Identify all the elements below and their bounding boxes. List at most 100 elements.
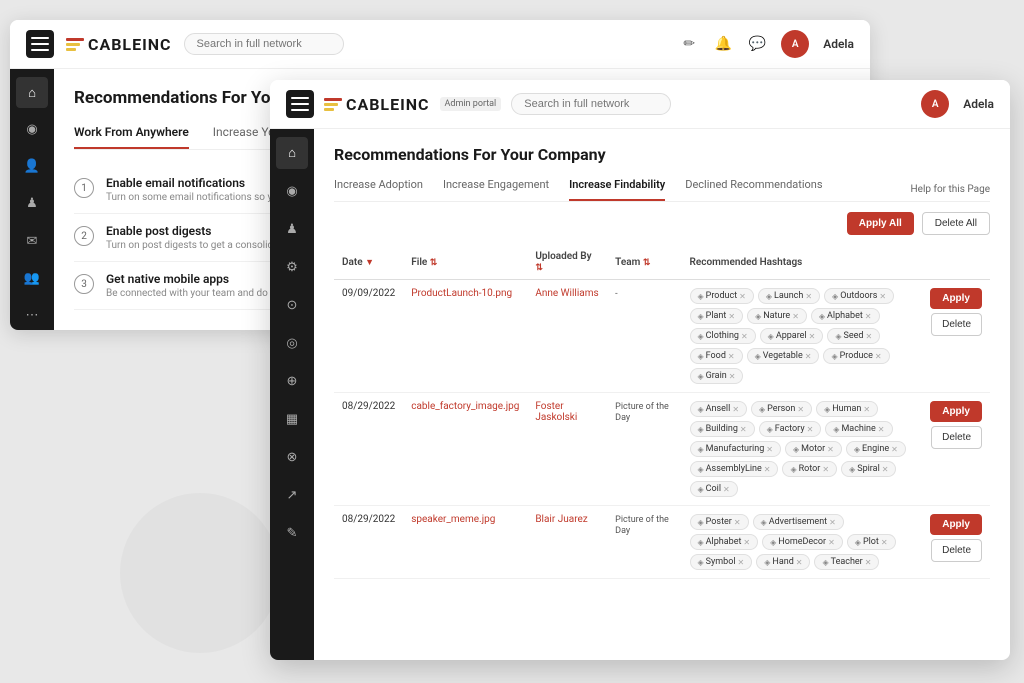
front-sidebar-shield[interactable]: ⊕ <box>276 365 308 397</box>
rec-num-2: 2 <box>74 226 94 246</box>
back-search-input[interactable] <box>184 33 344 55</box>
hashtag-close[interactable]: ✕ <box>741 332 748 341</box>
hashtag-close[interactable]: ✕ <box>878 425 885 434</box>
edit-icon[interactable]: ✏ <box>679 34 699 54</box>
hashtag-close[interactable]: ✕ <box>827 445 834 454</box>
hashtag-close[interactable]: ✕ <box>828 538 835 547</box>
file-link[interactable]: ProductLaunch-10.png <box>411 288 512 299</box>
front-sidebar-eye[interactable]: ◎ <box>276 327 308 359</box>
hashtag-icon: ◈ <box>768 332 774 341</box>
col-date[interactable]: Date ▼ <box>334 245 403 280</box>
avatar[interactable]: A <box>781 30 809 58</box>
hashtag-close[interactable]: ✕ <box>732 405 739 414</box>
front-tab-increase-engagement[interactable]: Increase Engagement <box>443 178 549 201</box>
row-actions: Apply Delete <box>930 514 982 562</box>
sidebar-more[interactable]: ⋯ <box>16 300 48 330</box>
front-sidebar-network[interactable]: ⊗ <box>276 441 308 473</box>
apply-row-button[interactable]: Apply <box>930 288 982 309</box>
hashtag-close[interactable]: ✕ <box>796 558 803 567</box>
apply-row-button[interactable]: Apply <box>930 514 982 535</box>
cell-team: Picture of the Day <box>607 506 681 579</box>
hashtag-close[interactable]: ✕ <box>822 465 829 474</box>
col-team[interactable]: Team ⇅ <box>607 245 681 280</box>
hashtag-close[interactable]: ✕ <box>879 292 886 301</box>
table-row: 08/29/2022 speaker_meme.jpg Blair Juarez… <box>334 506 990 579</box>
front-sidebar-pen[interactable]: ✎ <box>276 517 308 549</box>
hashtag-close[interactable]: ✕ <box>740 425 747 434</box>
help-link[interactable]: Help for this Page <box>911 184 990 195</box>
hashtag-close[interactable]: ✕ <box>865 558 872 567</box>
hashtag-close[interactable]: ✕ <box>738 558 745 567</box>
sidebar-globe[interactable]: ◉ <box>16 114 48 145</box>
hashtag-close[interactable]: ✕ <box>792 312 799 321</box>
hamburger-button[interactable] <box>26 30 54 58</box>
back-tab-work-from-anywhere[interactable]: Work From Anywhere <box>74 125 189 149</box>
back-logo-text: CABLEINC <box>88 35 172 54</box>
hashtag-close[interactable]: ✕ <box>734 518 741 527</box>
hashtag-close[interactable]: ✕ <box>881 538 888 547</box>
hashtag-close[interactable]: ✕ <box>809 332 816 341</box>
hashtag-close[interactable]: ✕ <box>739 292 746 301</box>
hashtag-close[interactable]: ✕ <box>829 518 836 527</box>
front-logo-line-1 <box>324 98 342 101</box>
sidebar-mail[interactable]: ✉ <box>16 226 48 257</box>
front-sidebar-circle[interactable]: ⊙ <box>276 289 308 321</box>
hashtag-close[interactable]: ✕ <box>729 372 736 381</box>
front-logo-line-2 <box>324 103 338 106</box>
rec-num-3: 3 <box>74 274 94 294</box>
front-avatar[interactable]: A <box>921 90 949 118</box>
front-tab-increase-adoption[interactable]: Increase Adoption <box>334 178 423 201</box>
hashtag-close[interactable]: ✕ <box>766 445 773 454</box>
hashtag-close[interactable]: ✕ <box>865 332 872 341</box>
front-search-input[interactable] <box>511 93 671 115</box>
col-uploaded-by[interactable]: Uploaded By ⇅ <box>527 245 607 280</box>
front-sidebar-settings[interactable]: ⚙ <box>276 251 308 283</box>
file-link[interactable]: cable_factory_image.jpg <box>411 401 519 412</box>
front-hamburger-button[interactable] <box>286 90 314 118</box>
front-sidebar-share[interactable]: ↗ <box>276 479 308 511</box>
hashtag-close[interactable]: ✕ <box>797 405 804 414</box>
hashtag-icon: ◈ <box>819 312 825 321</box>
hashtag-close[interactable]: ✕ <box>865 312 872 321</box>
hashtag-icon: ◈ <box>833 425 839 434</box>
front-sidebar-calendar[interactable]: ▦ <box>276 403 308 435</box>
hashtag: ◈Ansell ✕ <box>690 401 748 417</box>
cell-date: 09/09/2022 <box>334 280 403 393</box>
sidebar-home[interactable]: ⌂ <box>16 77 48 108</box>
sidebar-network[interactable]: ♟ <box>16 188 48 219</box>
hashtag-close[interactable]: ✕ <box>764 465 771 474</box>
front-tab-declined[interactable]: Declined Recommendations <box>685 178 822 201</box>
hashtag: ◈Hand ✕ <box>756 554 810 570</box>
front-sidebar-globe[interactable]: ◉ <box>276 175 308 207</box>
hashtag-close[interactable]: ✕ <box>875 352 882 361</box>
hashtag: ◈Advertisement ✕ <box>753 514 844 530</box>
delete-row-button[interactable]: Delete <box>931 313 982 336</box>
delete-row-button[interactable]: Delete <box>931 539 982 562</box>
hashtag-close[interactable]: ✕ <box>805 352 812 361</box>
hashtag-close[interactable]: ✕ <box>723 485 730 494</box>
delete-all-button[interactable]: Delete All <box>922 212 990 235</box>
front-tab-increase-findability[interactable]: Increase Findability <box>569 178 665 201</box>
hashtag-close[interactable]: ✕ <box>728 352 735 361</box>
front-sidebar-people[interactable]: ♟ <box>276 213 308 245</box>
hashtag-icon: ◈ <box>764 558 770 567</box>
chat-icon[interactable]: 💬 <box>747 34 767 54</box>
hashtag-close[interactable]: ✕ <box>891 445 898 454</box>
hashtag-close[interactable]: ✕ <box>863 405 870 414</box>
sidebar-user[interactable]: 👥 <box>16 263 48 294</box>
hashtag-close[interactable]: ✕ <box>807 425 814 434</box>
hashtag-close[interactable]: ✕ <box>728 312 735 321</box>
hashtag: ◈Nature ✕ <box>747 308 807 324</box>
sidebar-people[interactable]: 👤 <box>16 151 48 182</box>
hashtag-close[interactable]: ✕ <box>882 465 889 474</box>
hashtag-close[interactable]: ✕ <box>805 292 812 301</box>
file-link[interactable]: speaker_meme.jpg <box>411 514 495 525</box>
front-window: CABLEINC Admin portal A Adela ⌂ ◉ ♟ ⚙ ⊙ … <box>270 80 1010 660</box>
bell-icon[interactable]: 🔔 <box>713 34 733 54</box>
hashtag-close[interactable]: ✕ <box>743 538 750 547</box>
front-sidebar-home[interactable]: ⌂ <box>276 137 308 169</box>
apply-row-button[interactable]: Apply <box>930 401 982 422</box>
apply-all-button[interactable]: Apply All <box>847 212 914 235</box>
delete-row-button[interactable]: Delete <box>931 426 982 449</box>
col-file[interactable]: File ⇅ <box>403 245 527 280</box>
